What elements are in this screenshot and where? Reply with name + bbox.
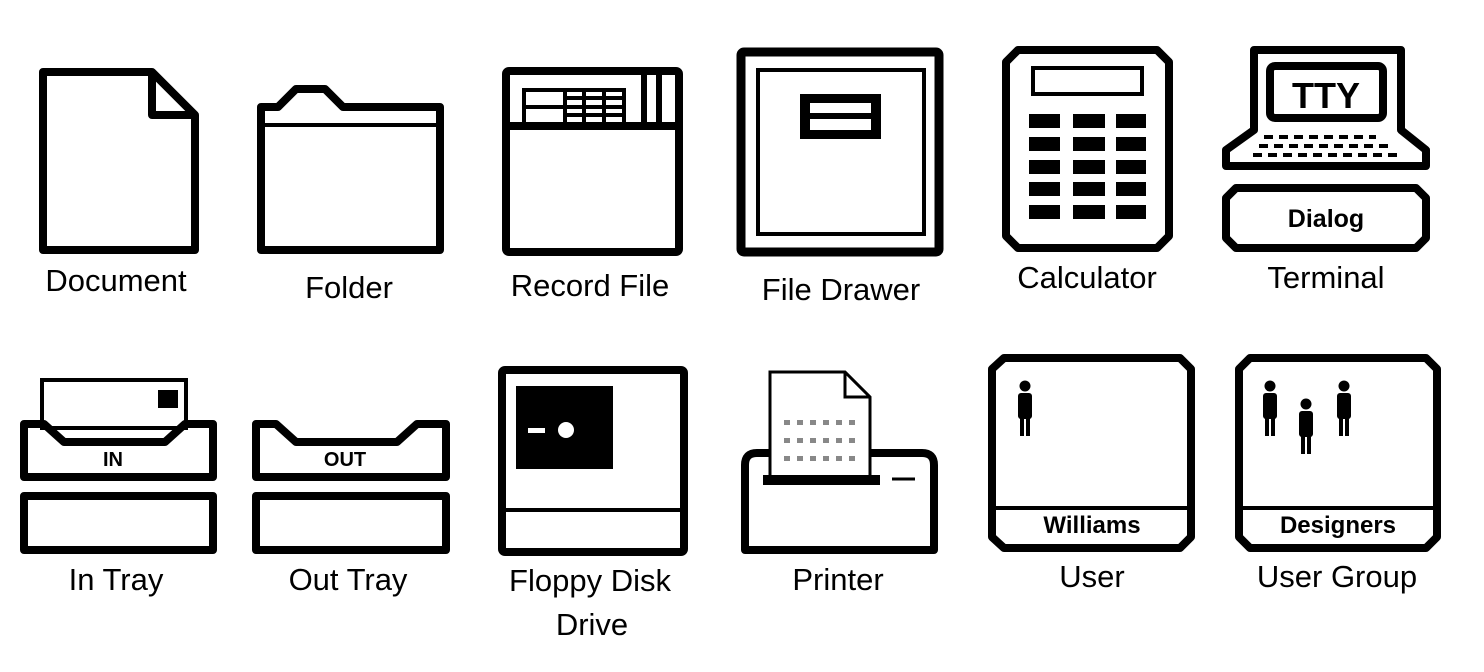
out-tray-icon[interactable]: OUT Out Tray	[252, 420, 450, 597]
calculator-icon[interactable]: Calculator	[1002, 46, 1173, 295]
file-drawer-icon[interactable]: File Drawer	[736, 47, 944, 307]
user-name: Williams	[1043, 512, 1140, 539]
folder-icon[interactable]: Folder	[257, 85, 444, 305]
floppy-label-line1: Floppy Disk	[509, 563, 671, 598]
printer-icon[interactable]: Printer	[741, 370, 938, 597]
terminal-label: Terminal	[1267, 260, 1384, 295]
user-label: User	[1059, 559, 1124, 594]
record-file-label: Record File	[511, 268, 670, 303]
person-icon	[1299, 398, 1313, 454]
user-group-icon[interactable]: Designers User Group	[1235, 354, 1441, 594]
terminal-icon[interactable]: TTY Dialog Terminal	[1222, 46, 1430, 295]
user-group-name: Designers	[1280, 512, 1396, 539]
document-icon[interactable]: Document	[39, 68, 199, 298]
in-tray-label: In Tray	[69, 562, 164, 597]
terminal-screen-text: TTY	[1292, 75, 1360, 116]
folder-label: Folder	[305, 270, 393, 305]
in-tray-text: IN	[103, 449, 123, 471]
user-group-label: User Group	[1257, 559, 1417, 594]
calculator-label: Calculator	[1017, 260, 1157, 295]
user-icon[interactable]: Williams User	[988, 354, 1195, 594]
out-tray-label: Out Tray	[289, 562, 408, 597]
person-icon	[1263, 380, 1277, 436]
out-tray-text: OUT	[324, 449, 366, 471]
person-icon	[1018, 380, 1032, 436]
file-drawer-label: File Drawer	[762, 272, 920, 307]
printer-label: Printer	[792, 562, 883, 597]
floppy-disk-drive-icon[interactable]: Floppy Disk Drive	[498, 366, 688, 642]
in-tray-icon[interactable]: IN In Tray	[20, 378, 217, 597]
document-label: Document	[45, 263, 187, 298]
terminal-dialog-text: Dialog	[1288, 205, 1364, 233]
icon-sheet: Document Folder Record File File Drawer	[20, 46, 1441, 642]
floppy-label-line2: Drive	[556, 607, 628, 642]
record-file-icon[interactable]: Record File	[502, 67, 683, 303]
person-icon	[1337, 380, 1351, 436]
